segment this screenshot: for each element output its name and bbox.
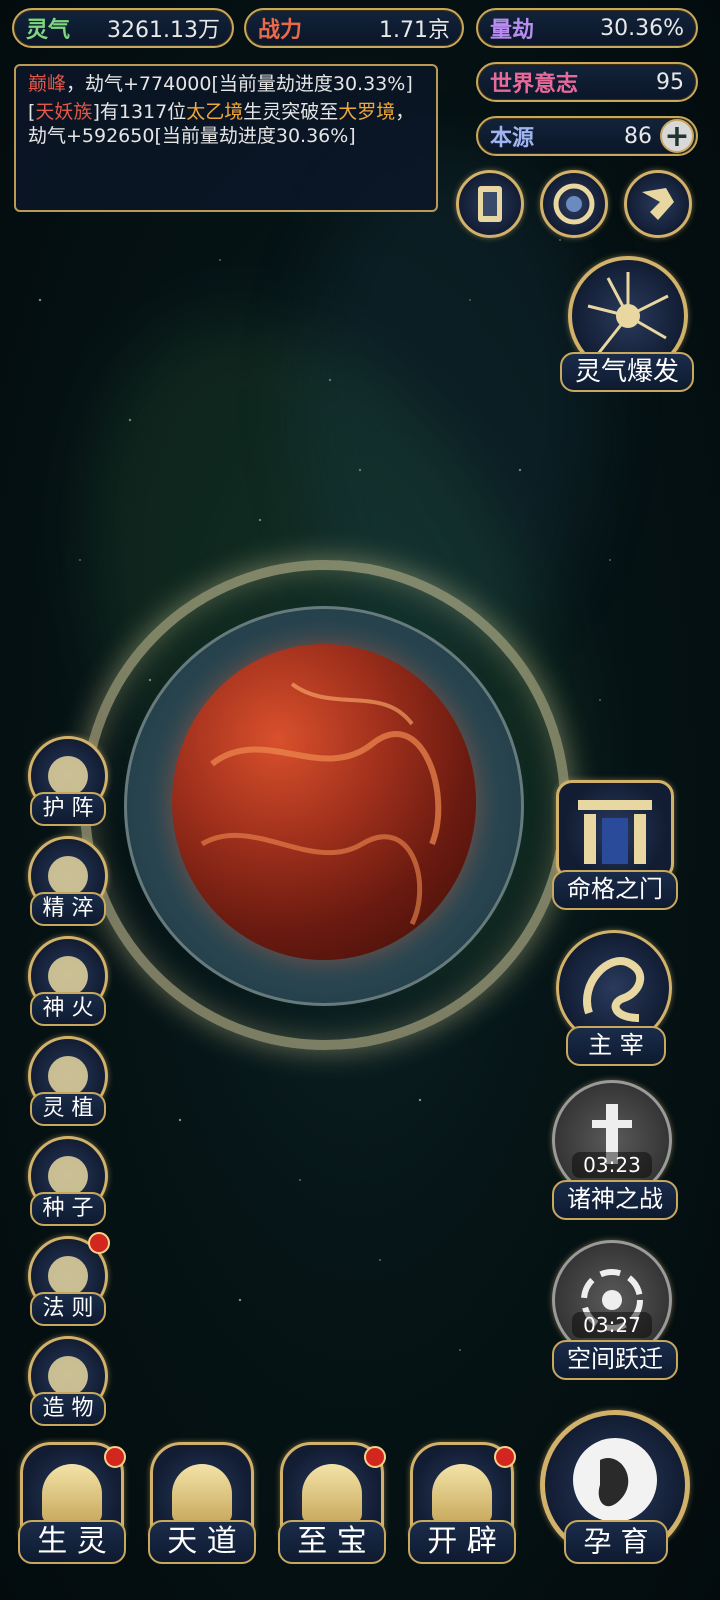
log-name: 巅峰 <box>28 73 67 95</box>
shijie-bar[interactable]: 世界意志 95 <box>476 62 698 102</box>
benyuan-label: 本源 <box>490 126 535 151</box>
left-menu-label[interactable]: 种 子 <box>30 1192 106 1226</box>
log-text: ]有1317位 <box>92 101 187 123</box>
liangjie-label: 量劫 <box>490 18 535 43</box>
notification-badge <box>364 1446 386 1468</box>
notification-badge <box>104 1446 126 1468</box>
zhanli-bar[interactable]: 战力 1.71京 <box>244 8 464 48</box>
gate-button[interactable] <box>556 780 674 880</box>
lotus-icon <box>48 856 88 896</box>
bottom-menu-label[interactable]: 至 宝 <box>278 1520 386 1564</box>
notification-badge <box>494 1446 516 1468</box>
left-menu-label[interactable]: 灵 植 <box>30 1092 106 1126</box>
card-button[interactable] <box>456 170 524 238</box>
flame-icon <box>48 956 88 996</box>
portal-button[interactable] <box>540 170 608 238</box>
benyuan-value: 86 <box>624 123 652 149</box>
left-menu-label[interactable]: 护 阵 <box>30 792 106 826</box>
log-realm: 太乙境 <box>186 101 244 123</box>
burst-label[interactable]: 灵气爆发 <box>560 352 694 392</box>
left-menu-label[interactable]: 法 则 <box>30 1292 106 1326</box>
lingqi-bar[interactable]: 灵气 3261.13万 <box>12 8 234 48</box>
add-benyuan-button[interactable]: + <box>660 119 694 153</box>
shijie-label: 世界意志 <box>490 72 579 97</box>
zhanli-value: 1.71京 <box>379 18 450 43</box>
log-text: ，劫气+774000[当前量劫进度30.33%] <box>66 73 413 95</box>
flame-crest-icon <box>172 1464 232 1524</box>
flower-seed-icon <box>48 1156 88 1196</box>
lingqi-label: 灵气 <box>26 18 71 43</box>
beast-icon <box>48 1256 88 1296</box>
dragon-icon <box>583 957 645 1022</box>
lingqi-value: 3261.13万 <box>107 18 220 43</box>
starburst-icon <box>587 272 669 355</box>
liangjie-bar[interactable]: 量劫 30.36% <box>476 8 698 48</box>
flame-crest-icon <box>432 1464 492 1524</box>
flame-crest-icon <box>42 1464 102 1524</box>
diamond-icon <box>48 1356 88 1396</box>
flame-crest-icon <box>302 1464 362 1524</box>
bottom-menu-label[interactable]: 生 灵 <box>18 1520 126 1564</box>
bottom-menu-label[interactable]: 开 辟 <box>408 1520 516 1564</box>
shijie-value: 95 <box>656 69 684 95</box>
yin-yang-icon <box>48 756 88 796</box>
plant-icon <box>48 1056 88 1096</box>
liangjie-value: 30.36% <box>600 15 684 41</box>
left-menu-label[interactable]: 精 淬 <box>30 892 106 926</box>
scroll-icon <box>642 188 674 220</box>
card-icon <box>478 186 502 222</box>
planet-swirls <box>200 682 442 926</box>
breed-label[interactable]: 孕 育 <box>564 1520 668 1564</box>
scroll-button[interactable] <box>624 170 692 238</box>
gods-war-label[interactable]: 诸神之战 <box>552 1180 678 1220</box>
log-race: 天妖族 <box>35 101 93 123</box>
left-menu-label[interactable]: 造 物 <box>30 1392 106 1426</box>
master-label[interactable]: 主 宰 <box>566 1026 666 1066</box>
log-text: 生灵突破至 <box>243 101 339 123</box>
log-line: 巅峰，劫气+774000[当前量劫进度30.33%] <box>28 72 424 96</box>
zhanli-label: 战力 <box>258 18 303 43</box>
space-jump-label[interactable]: 空间跃迁 <box>552 1340 678 1380</box>
gate-label[interactable]: 命格之门 <box>552 870 678 910</box>
log-line: [天妖族]有1317位太乙境生灵突破至大罗境，劫气+592650[当前量劫进度3… <box>28 100 424 148</box>
gate-icon <box>578 800 652 864</box>
space-jump-timer: 03:27 <box>572 1312 652 1338</box>
portal-icon <box>553 183 595 225</box>
bottom-menu-label[interactable]: 天 道 <box>148 1520 256 1564</box>
event-log: 巅峰，劫气+774000[当前量劫进度30.33%] [天妖族]有1317位太乙… <box>14 64 438 212</box>
log-realm: 大罗境 <box>338 101 396 123</box>
gods-war-timer: 03:23 <box>572 1152 652 1178</box>
notification-badge <box>88 1232 110 1254</box>
left-menu-label[interactable]: 神 火 <box>30 992 106 1026</box>
